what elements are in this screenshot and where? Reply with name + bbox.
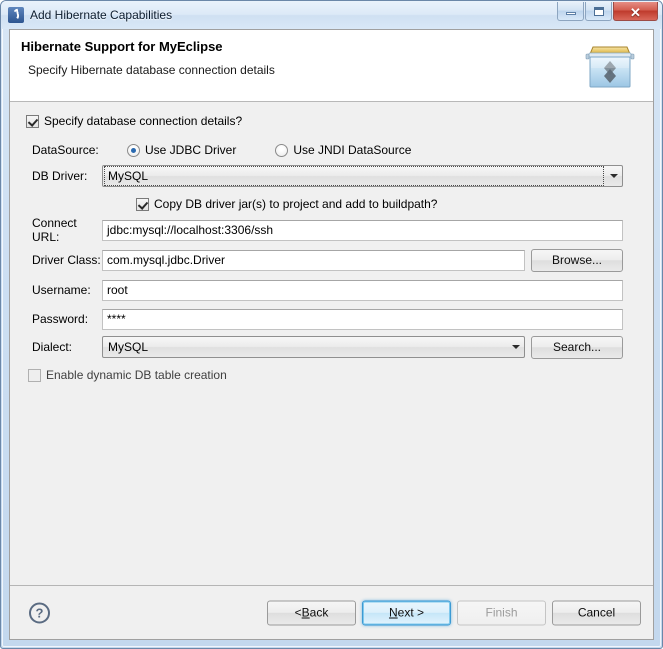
driver-class-row: Driver Class: com.mysql.jdbc.Driver Brow… bbox=[10, 248, 653, 272]
page-subtitle: Specify Hibernate database connection de… bbox=[28, 63, 275, 77]
db-driver-combo[interactable]: MySQL bbox=[102, 165, 623, 187]
db-driver-row: DB Driver: MySQL bbox=[10, 165, 653, 187]
next-mnemonic: N bbox=[388, 605, 398, 620]
wizard-buttons: < Back Next > Finish Cancel bbox=[267, 600, 641, 625]
copy-jars-checkbox-group[interactable]: Copy DB driver jar(s) to project and add… bbox=[10, 197, 437, 211]
back-button[interactable]: < Back bbox=[267, 600, 356, 625]
dialog-client-area: Hibernate Support for MyEclipse Specify … bbox=[9, 29, 654, 640]
specify-db-row: Specify database connection details? bbox=[10, 110, 653, 132]
dialect-value: MySQL bbox=[108, 340, 149, 354]
dialect-label: Dialect: bbox=[32, 340, 73, 354]
dynamic-table-checkbox[interactable] bbox=[28, 368, 41, 382]
copy-jars-row: Copy DB driver jar(s) to project and add… bbox=[10, 193, 653, 215]
next-label-suffix: ext > bbox=[397, 605, 425, 620]
username-label: Username: bbox=[32, 283, 91, 297]
radio-use-jndi-datasource[interactable]: Use JNDI DataSource bbox=[275, 143, 411, 157]
dynamic-table-row: Enable dynamic DB table creation bbox=[10, 364, 653, 386]
page-title: Hibernate Support for MyEclipse bbox=[21, 39, 223, 54]
dynamic-table-checkbox-group[interactable]: Enable dynamic DB table creation bbox=[10, 368, 227, 382]
password-input[interactable]: **** bbox=[102, 308, 623, 330]
dialect-combo[interactable]: MySQL bbox=[102, 336, 525, 358]
search-button[interactable]: Search... bbox=[531, 335, 623, 359]
password-row: Password: **** bbox=[10, 308, 653, 330]
help-icon[interactable]: ? bbox=[29, 602, 50, 623]
back-label-suffix: ack bbox=[309, 605, 329, 620]
username-row: Username: root bbox=[10, 279, 653, 301]
close-icon: ✕ bbox=[630, 4, 641, 20]
radio-jdbc-label: Use JDBC Driver bbox=[145, 143, 237, 157]
connect-url-row: Connect URL: jdbc:mysql://localhost:3306… bbox=[10, 216, 653, 244]
dialect-row: Dialect: MySQL Search... bbox=[10, 335, 653, 359]
radio-jndi-indicator[interactable] bbox=[275, 143, 289, 157]
dialog-window: Add Hibernate Capabilities ✕ Hibernate S… bbox=[0, 0, 663, 649]
dialog-button-bar: ? < Back Next > Finish Cancel bbox=[10, 585, 653, 639]
window-controls: ✕ bbox=[557, 2, 658, 21]
next-button[interactable]: Next > bbox=[362, 600, 451, 625]
radio-jndi-label: Use JNDI DataSource bbox=[293, 143, 412, 157]
back-mnemonic: B bbox=[301, 605, 310, 620]
back-label-prefix: < bbox=[294, 605, 302, 620]
connect-url-label: Connect URL: bbox=[32, 216, 77, 244]
radio-use-jdbc-driver[interactable]: Use JDBC Driver bbox=[127, 143, 236, 157]
title-bar[interactable]: Add Hibernate Capabilities ✕ bbox=[1, 1, 662, 29]
hibernate-app-icon bbox=[8, 7, 24, 23]
driver-class-label: Driver Class: bbox=[32, 253, 101, 267]
driver-class-input[interactable]: com.mysql.jdbc.Driver bbox=[102, 249, 525, 271]
chevron-down-icon[interactable] bbox=[605, 174, 622, 178]
specify-db-checkbox[interactable] bbox=[26, 114, 39, 128]
specify-db-checkbox-group[interactable]: Specify database connection details? bbox=[10, 114, 242, 128]
radio-jdbc-indicator[interactable] bbox=[127, 143, 140, 157]
browse-button[interactable]: Browse... bbox=[531, 248, 623, 272]
copy-jars-label: Copy DB driver jar(s) to project and add… bbox=[154, 197, 438, 211]
restore-button[interactable] bbox=[585, 2, 612, 21]
datasource-row: DataSource: Use JDBC Driver Use JNDI Dat… bbox=[10, 139, 653, 161]
username-input[interactable]: root bbox=[102, 279, 623, 301]
db-driver-label: DB Driver: bbox=[32, 169, 88, 183]
chevron-down-icon[interactable] bbox=[507, 345, 524, 349]
connection-form: Specify database connection details? Dat… bbox=[10, 102, 653, 585]
window-title: Add Hibernate Capabilities bbox=[30, 8, 173, 22]
password-label: Password: bbox=[32, 312, 89, 326]
minimize-button[interactable] bbox=[557, 2, 584, 21]
connect-url-input[interactable]: jdbc:mysql://localhost:3306/ssh bbox=[102, 219, 623, 241]
copy-jars-checkbox[interactable] bbox=[136, 197, 149, 211]
cancel-button[interactable]: Cancel bbox=[552, 600, 641, 625]
hibernate-box-icon bbox=[585, 46, 635, 88]
finish-button: Finish bbox=[457, 600, 546, 625]
dynamic-table-label: Enable dynamic DB table creation bbox=[46, 368, 227, 382]
datasource-label: DataSource: bbox=[32, 143, 99, 157]
wizard-header: Hibernate Support for MyEclipse Specify … bbox=[10, 30, 653, 102]
close-button[interactable]: ✕ bbox=[613, 2, 658, 21]
db-driver-value: MySQL bbox=[104, 166, 604, 186]
specify-db-label: Specify database connection details? bbox=[44, 114, 243, 128]
